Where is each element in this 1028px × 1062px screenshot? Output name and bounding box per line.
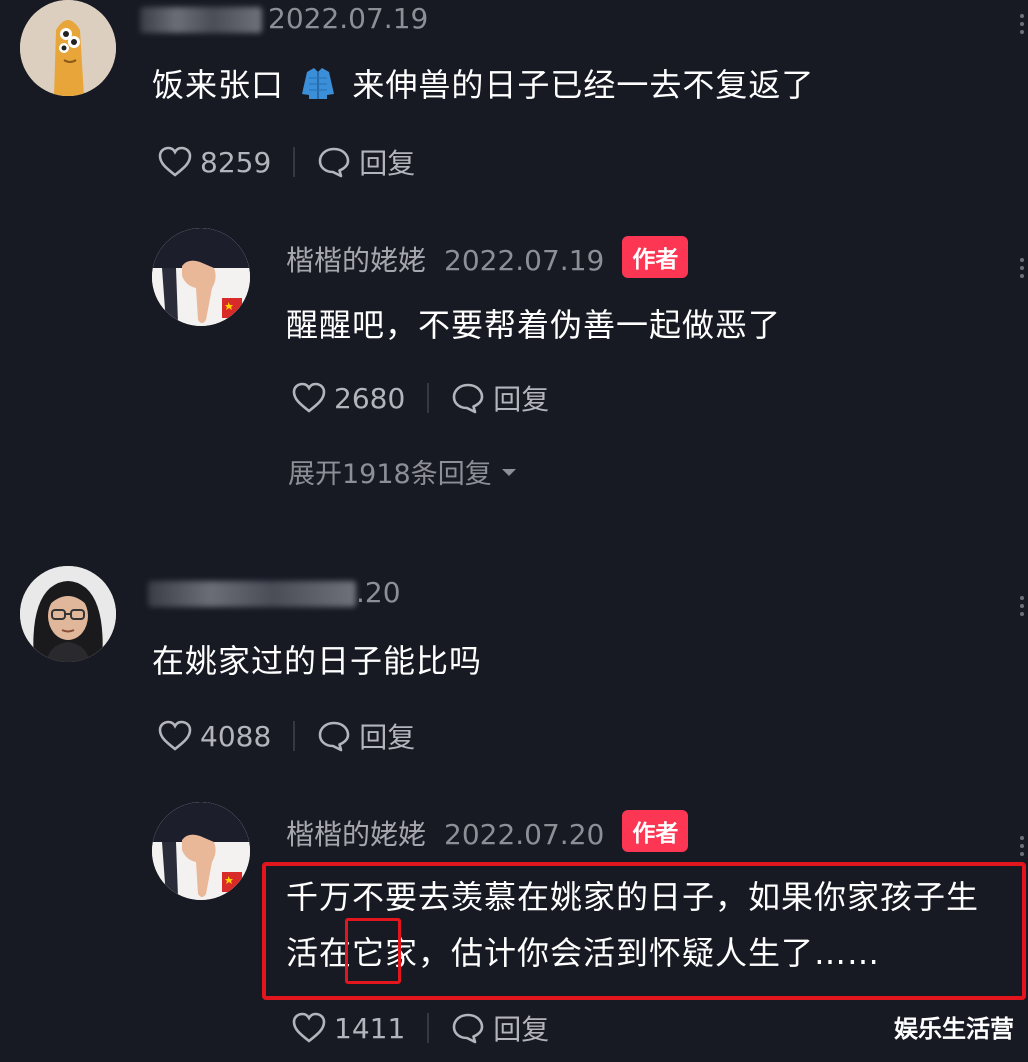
reply-button[interactable]: 回复 [317,716,415,756]
pointing-hand-avatar-icon [152,228,250,326]
watermark: 娱乐生活营 [894,1015,1014,1043]
divider [293,147,296,177]
author-badge: 作者 [622,810,689,852]
blurred-username [140,7,262,33]
jacket-emoji-icon [302,68,335,99]
more-options-icon[interactable] [1020,14,1024,38]
author-avatar[interactable] [152,802,250,900]
reply-label: 回复 [359,721,416,754]
author-badge: 作者 [622,236,689,278]
comment-date: 2022.07.20 [444,818,605,851]
comment-text: 醒醒吧，不要帮着伪善一起做恶了 [286,306,782,344]
reply-label: 回复 [493,383,550,416]
comment-text-line: 千万不要去羡慕在姚家的日子，如果你家孩子生 [286,878,980,916]
author-name[interactable]: 楷楷的姥姥 [286,244,426,277]
like-button[interactable]: 2680 [292,382,405,415]
like-button[interactable]: 1411 [292,1012,405,1045]
expand-replies-label: 展开1918条回复 [288,459,492,490]
like-count: 4088 [200,719,272,753]
speech-bubble-icon [452,383,484,414]
heart-icon [158,146,192,177]
comment-text: 在姚家过的日子能比吗 [152,642,483,680]
like-button[interactable]: 4088 [158,720,271,753]
blurred-username [148,581,356,607]
comment-actions: 2680 回复 [292,378,549,418]
comment-actions: 8259 回复 [158,142,415,182]
person-photo-avatar-icon [20,566,116,662]
like-count: 2680 [334,381,406,415]
avatar[interactable] [20,566,116,662]
reply-label: 回复 [359,147,416,180]
divider [427,383,430,413]
comment-date: 2022.07.19 [268,2,429,35]
comment-text: 饭来张口 来伸兽的日子已经一去不复返了 [152,66,815,104]
author-avatar[interactable] [152,228,250,326]
like-count: 8259 [200,145,272,179]
comment-date: 2022.07.19 [444,244,605,277]
author-name[interactable]: 楷楷的姥姥 [286,818,426,851]
more-options-icon[interactable] [1020,596,1024,620]
heart-icon [158,720,192,751]
comment-meta: 2022.07.19 [140,2,428,35]
divider [427,1013,430,1043]
more-options-icon[interactable] [1020,258,1024,282]
speech-bubble-icon [318,721,350,752]
speech-bubble-icon [318,147,350,178]
divider [293,721,296,751]
comment-date-suffix: .20 [356,576,401,609]
comment-actions: 1411 回复 [292,1008,549,1048]
highlight-character-box [345,918,401,984]
avatar[interactable] [20,0,116,96]
reply-button[interactable]: 回复 [451,1008,549,1048]
comment-meta: .20 [148,576,401,609]
comment-meta: 楷楷的姥姥 2022.07.20 作者 [286,810,689,853]
comment-meta: 楷楷的姥姥 2022.07.19 作者 [286,236,689,279]
reply-label: 回复 [493,1013,550,1046]
expand-replies-button[interactable]: 展开1918条回复 [288,452,520,491]
like-count: 1411 [334,1011,406,1045]
comment-actions: 4088 回复 [158,716,415,756]
pointing-hand-avatar-icon [152,802,250,900]
heart-icon [292,382,326,413]
reply-button[interactable]: 回复 [317,142,415,182]
reply-button[interactable]: 回复 [451,378,549,418]
speech-bubble-icon [452,1013,484,1044]
like-button[interactable]: 8259 [158,146,271,179]
more-options-icon[interactable] [1020,836,1024,860]
caret-down-icon [501,468,516,476]
cartoon-character-avatar-icon [20,0,116,96]
heart-icon [292,1012,326,1043]
